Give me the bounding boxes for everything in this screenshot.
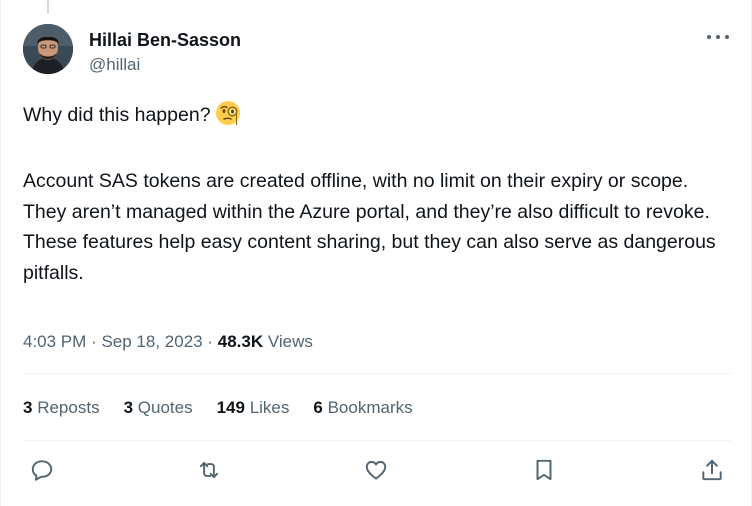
author-handle[interactable]: @hillai: [89, 54, 241, 76]
like-icon[interactable]: [361, 455, 391, 485]
bookmarks-label: Bookmarks: [327, 398, 413, 417]
divider: [23, 373, 731, 374]
engagement-stats: 3 Reposts 3 Quotes 149 Likes 6 Bookmarks: [23, 397, 437, 419]
quotes-stat[interactable]: 3 Quotes: [124, 397, 193, 419]
tweet-card: Hillai Ben-Sasson @hillai Why did this h…: [0, 0, 752, 506]
views-label[interactable]: Views: [268, 332, 313, 351]
bookmark-icon[interactable]: [529, 455, 559, 485]
tweet-date[interactable]: Sep 18, 2023: [101, 332, 202, 351]
action-bar: [1, 455, 752, 485]
tweet-line-1: Why did this happen?: [23, 100, 723, 136]
quotes-count: 3: [123, 398, 134, 417]
quotes-label: Quotes: [137, 398, 193, 417]
divider: [23, 440, 731, 441]
reply-icon[interactable]: [27, 455, 57, 485]
tweet-time[interactable]: 4:03 PM: [23, 332, 86, 351]
bookmarks-count: 6: [313, 398, 323, 417]
tweet-meta: 4:03 PM · Sep 18, 2023 · 48.3K Views: [23, 331, 313, 353]
reposts-stat[interactable]: 3 Reposts: [23, 397, 100, 419]
face-with-monocle-icon: [215, 100, 241, 136]
meta-separator: ·: [207, 332, 214, 351]
author-block: Hillai Ben-Sasson @hillai: [89, 29, 241, 76]
avatar[interactable]: [23, 24, 73, 74]
likes-stat[interactable]: 149 Likes: [217, 397, 290, 419]
reposts-label: Reposts: [37, 398, 100, 417]
avatar-photo: [23, 24, 73, 74]
more-options-icon[interactable]: [707, 30, 729, 44]
author-name[interactable]: Hillai Ben-Sasson: [89, 29, 241, 51]
likes-label: Likes: [249, 398, 290, 417]
likes-count: 149: [216, 398, 245, 417]
bookmarks-stat[interactable]: 6 Bookmarks: [313, 397, 412, 419]
reposts-count: 3: [23, 398, 33, 417]
views-count[interactable]: 48.3K: [218, 332, 263, 351]
repost-icon[interactable]: [194, 455, 224, 485]
meta-separator: ·: [91, 332, 97, 351]
tweet-text: Why did this happen? Account SAS tokens …: [23, 100, 723, 288]
share-icon[interactable]: [697, 455, 727, 485]
thread-connector-line: [47, 0, 49, 14]
tweet-question: Why did this happen?: [23, 104, 211, 126]
tweet-body: Account SAS tokens are created offline, …: [23, 170, 716, 284]
